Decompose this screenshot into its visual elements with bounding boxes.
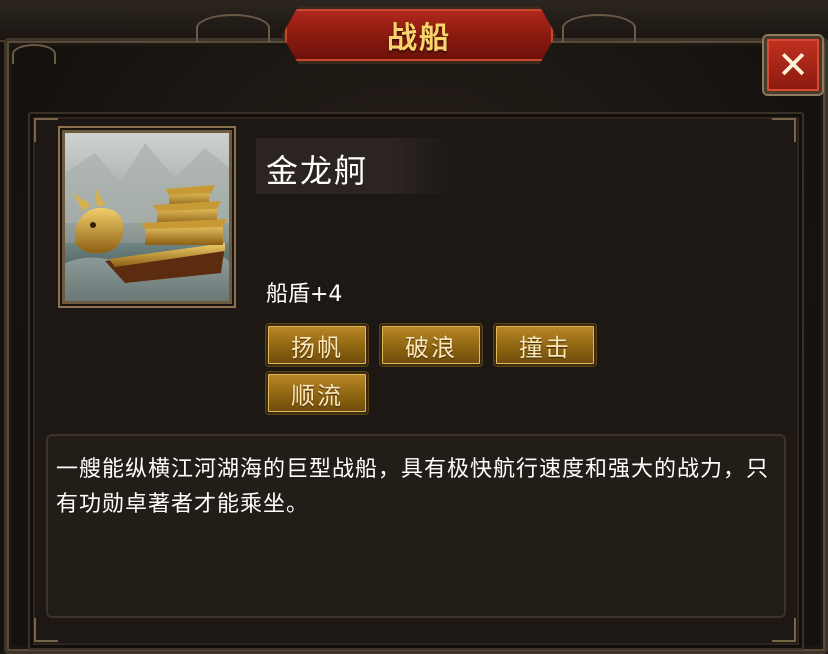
title-plaque: 战船: [282, 6, 556, 64]
ship-description: 一艘能纵横江河湖海的巨型战船，具有极快航行速度和强大的战力，只有功勋卓著者才能乘…: [56, 457, 770, 517]
ship-name: 金龙舸: [266, 152, 369, 190]
skill-label: 破浪: [405, 333, 457, 362]
skill-label: 撞击: [519, 333, 571, 362]
dialog-title: 战船: [387, 21, 451, 56]
skill-button-polang[interactable]: 破浪: [380, 324, 482, 366]
corner-ornament-icon: [34, 618, 58, 642]
close-button[interactable]: ✕: [764, 36, 822, 94]
corner-ornament-icon: [772, 618, 796, 642]
corner-ornament-icon: [772, 118, 796, 142]
golden-dragon-ship-image: [65, 133, 229, 301]
left-scroll-icon: [12, 44, 56, 64]
corner-ornament-icon: [34, 118, 58, 142]
skill-label: 扬帆: [291, 333, 343, 362]
close-icon: ✕: [777, 43, 809, 87]
skill-button-shunliu[interactable]: 顺流: [266, 372, 368, 414]
ship-portrait: [62, 130, 232, 304]
ship-stat: 船盾+4: [266, 282, 343, 307]
skill-label: 顺流: [291, 381, 343, 410]
right-ornament-icon: [562, 14, 636, 42]
skill-button-yangfan[interactable]: 扬帆: [266, 324, 368, 366]
skill-button-zhuangji[interactable]: 撞击: [494, 324, 596, 366]
left-ornament-icon: [196, 14, 270, 42]
